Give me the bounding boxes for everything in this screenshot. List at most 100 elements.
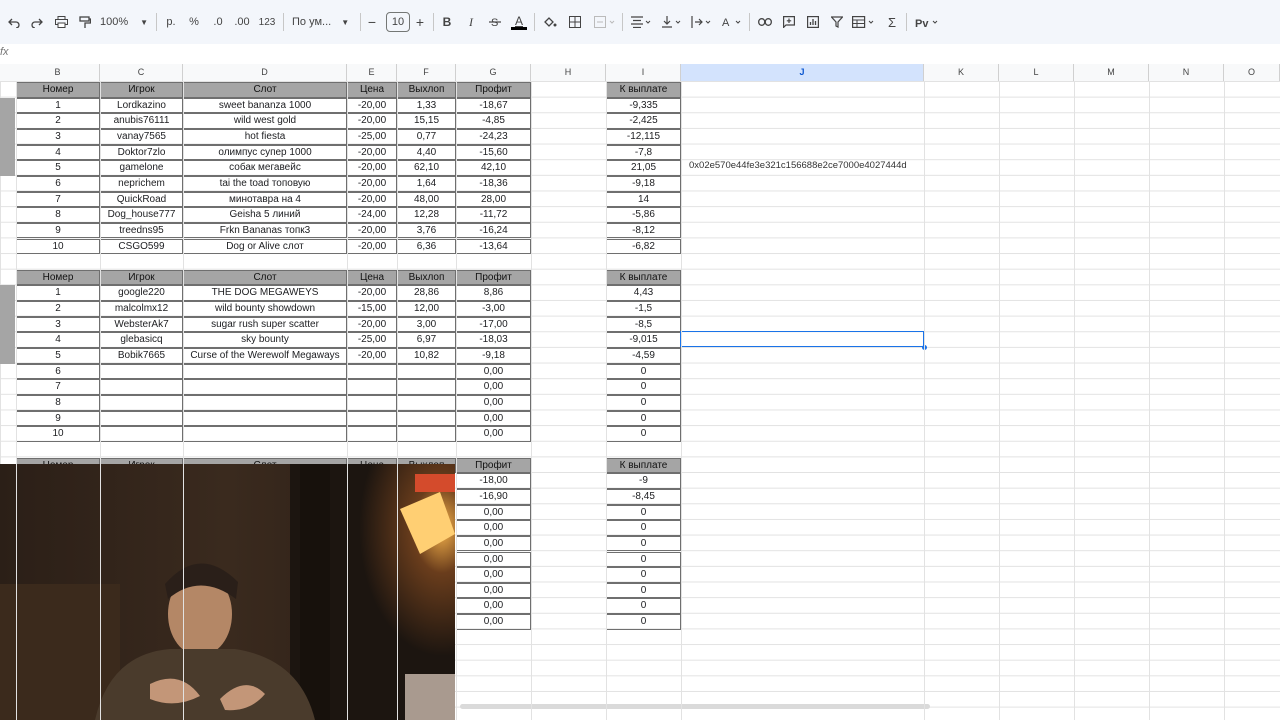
cell-payout[interactable]: 1,64 bbox=[397, 175, 456, 192]
text-rotation-icon[interactable]: A bbox=[720, 12, 744, 32]
cell-profit[interactable]: 0,00 bbox=[456, 395, 531, 411]
cell-profit[interactable]: 0,00 bbox=[456, 567, 531, 583]
zoom-select[interactable]: 100% ▼ bbox=[100, 12, 148, 32]
cell-to-pay[interactable]: -8,45 bbox=[606, 488, 681, 505]
column-header-n[interactable]: N bbox=[1149, 64, 1224, 81]
cell-profit[interactable]: -24,23 bbox=[456, 128, 531, 145]
cell-slot[interactable]: олимпус супер 1000 bbox=[183, 144, 347, 161]
cell-player[interactable]: QuickRoad bbox=[100, 191, 183, 208]
decrease-decimal-button[interactable]: .0 bbox=[210, 12, 226, 32]
cell-payout[interactable] bbox=[397, 426, 456, 442]
cell-to-pay[interactable]: 4,43 bbox=[606, 285, 681, 302]
cell-slot[interactable]: sugar rush super scatter bbox=[183, 316, 347, 333]
cell-profit[interactable]: -11,72 bbox=[456, 207, 531, 223]
cell-profit[interactable]: -3,00 bbox=[456, 301, 531, 317]
cell-payout[interactable]: 3,76 bbox=[397, 222, 456, 239]
cell-profit[interactable]: -16,24 bbox=[456, 222, 531, 239]
header-to-pay[interactable]: К выплате bbox=[606, 82, 681, 98]
cell-n[interactable]: 1 bbox=[16, 285, 100, 302]
cell-profit[interactable]: 0,00 bbox=[456, 535, 531, 552]
cell-slot[interactable]: sky bounty bbox=[183, 332, 347, 349]
cell-slot[interactable]: hot fiesta bbox=[183, 128, 347, 145]
cell-payout[interactable] bbox=[397, 395, 456, 411]
cell-to-pay[interactable]: -2,425 bbox=[606, 113, 681, 129]
cell-payout[interactable]: 6,36 bbox=[397, 238, 456, 255]
cell-price[interactable]: -20,00 bbox=[347, 160, 397, 176]
cell-to-pay[interactable]: -9,18 bbox=[606, 175, 681, 192]
vertical-align-icon[interactable] bbox=[660, 12, 684, 32]
cell-payout[interactable]: 62,10 bbox=[397, 160, 456, 176]
cell-n[interactable]: 7 bbox=[16, 379, 100, 395]
cell-payout[interactable]: 4,40 bbox=[397, 144, 456, 161]
column-header-h[interactable]: H bbox=[531, 64, 606, 81]
cell-price[interactable] bbox=[347, 363, 397, 380]
column-header-e[interactable]: E bbox=[347, 64, 397, 81]
cell-to-pay[interactable]: -9,335 bbox=[606, 97, 681, 114]
cell-n[interactable]: 1 bbox=[16, 97, 100, 114]
cell-price[interactable]: -25,00 bbox=[347, 332, 397, 349]
cell-price[interactable]: -24,00 bbox=[347, 207, 397, 223]
merge-cells-icon[interactable] bbox=[592, 12, 618, 32]
fill-color-icon[interactable] bbox=[542, 12, 558, 32]
header-num[interactable]: Номер bbox=[16, 269, 100, 286]
number-format-button[interactable]: 123 bbox=[258, 12, 276, 32]
cell-payout[interactable]: 10,82 bbox=[397, 348, 456, 364]
cell-to-pay[interactable]: 0 bbox=[606, 614, 681, 630]
cell-to-pay[interactable]: 0 bbox=[606, 426, 681, 442]
cell-to-pay[interactable]: 14 bbox=[606, 191, 681, 208]
cell-price[interactable]: -20,00 bbox=[347, 97, 397, 114]
cell-player[interactable] bbox=[100, 410, 183, 427]
column-header-c[interactable]: C bbox=[100, 64, 183, 81]
cell-price[interactable]: -20,00 bbox=[347, 285, 397, 302]
cell-n[interactable]: 3 bbox=[16, 316, 100, 333]
horizontal-align-icon[interactable] bbox=[630, 12, 654, 32]
cell-to-pay[interactable]: 0 bbox=[606, 551, 681, 568]
column-header-d[interactable]: D bbox=[183, 64, 347, 81]
cell-price[interactable]: -20,00 bbox=[347, 238, 397, 255]
cell-n[interactable]: 3 bbox=[16, 128, 100, 145]
cell-player[interactable]: Doktor7zlo bbox=[100, 144, 183, 161]
cell-profit[interactable]: 8,86 bbox=[456, 285, 531, 302]
cell-slot[interactable]: Dog or Alive слот bbox=[183, 238, 347, 255]
cell-n[interactable]: 6 bbox=[16, 175, 100, 192]
cell-player[interactable] bbox=[100, 363, 183, 380]
header-player[interactable]: Игрок bbox=[100, 82, 183, 98]
cell-to-pay[interactable]: -8,5 bbox=[606, 316, 681, 333]
cell-player[interactable]: vanay7565 bbox=[100, 128, 183, 145]
cell-n[interactable]: 4 bbox=[16, 332, 100, 349]
cell-price[interactable]: -20,00 bbox=[347, 191, 397, 208]
cell-to-pay[interactable]: 0 bbox=[606, 520, 681, 536]
cell-profit[interactable]: -13,64 bbox=[456, 238, 531, 255]
cell-price[interactable]: -20,00 bbox=[347, 113, 397, 129]
cell-n[interactable]: 7 bbox=[16, 191, 100, 208]
cell-profit[interactable]: 0,00 bbox=[456, 551, 531, 568]
cell-payout[interactable]: 12,00 bbox=[397, 301, 456, 317]
print-icon[interactable] bbox=[53, 12, 69, 32]
cell-slot[interactable] bbox=[183, 410, 347, 427]
cell-payout[interactable] bbox=[397, 363, 456, 380]
cell-n[interactable]: 10 bbox=[16, 426, 100, 442]
cell-n[interactable]: 8 bbox=[16, 207, 100, 223]
cell-price[interactable]: -15,00 bbox=[347, 301, 397, 317]
currency-button[interactable]: р. bbox=[164, 12, 178, 32]
font-size-increase-button[interactable]: + bbox=[414, 12, 426, 32]
cell-to-pay[interactable]: 0 bbox=[606, 379, 681, 395]
cell-n[interactable]: 6 bbox=[16, 363, 100, 380]
cell-player[interactable]: glebasicq bbox=[100, 332, 183, 349]
cell-to-pay[interactable]: 0 bbox=[606, 395, 681, 411]
cell-payout[interactable] bbox=[397, 410, 456, 427]
cell-slot[interactable]: Frkn Bananas топк3 bbox=[183, 222, 347, 239]
input-tools-icon[interactable]: Pv bbox=[914, 12, 942, 32]
column-header-j[interactable]: J bbox=[681, 64, 924, 81]
italic-button[interactable]: I bbox=[465, 12, 477, 32]
increase-decimal-button[interactable]: .00 bbox=[233, 12, 251, 32]
column-header-k[interactable]: K bbox=[924, 64, 999, 81]
cell-price[interactable] bbox=[347, 410, 397, 427]
cell-price[interactable]: -25,00 bbox=[347, 128, 397, 145]
cell-price[interactable] bbox=[347, 379, 397, 395]
cell-player[interactable]: neprichem bbox=[100, 175, 183, 192]
cell-to-pay[interactable]: 0 bbox=[606, 582, 681, 599]
column-header-i[interactable]: I bbox=[606, 64, 681, 81]
cell-profit[interactable]: 0,00 bbox=[456, 379, 531, 395]
cell-player[interactable] bbox=[100, 395, 183, 411]
